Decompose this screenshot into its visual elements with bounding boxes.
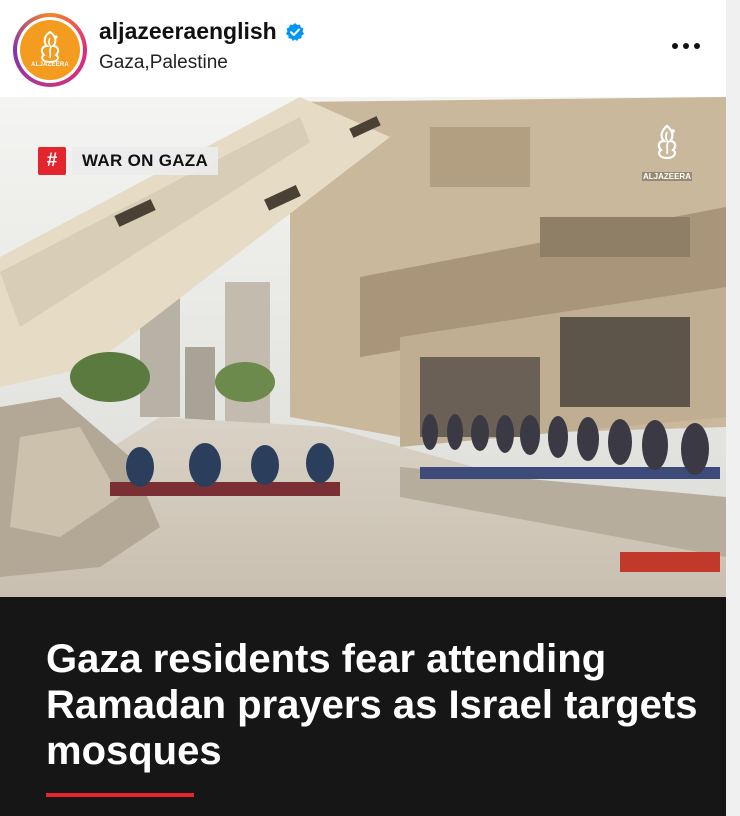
aljazeera-watermark: ALJAZEERA bbox=[642, 122, 692, 186]
aljazeera-logo-icon bbox=[40, 30, 60, 64]
username[interactable]: aljazeeraenglish bbox=[99, 18, 277, 45]
category-label: WAR ON GAZA bbox=[72, 147, 219, 175]
headline-underline bbox=[46, 793, 194, 797]
post-location[interactable]: Gaza,Palestine bbox=[99, 52, 228, 74]
story-ring[interactable]: ALJAZEERA bbox=[13, 13, 87, 87]
username-row: aljazeeraenglish bbox=[99, 18, 305, 45]
category-tag: # WAR ON GAZA bbox=[38, 147, 219, 175]
avatar[interactable]: ALJAZEERA bbox=[20, 20, 80, 80]
watermark-label: ALJAZEERA bbox=[642, 172, 692, 181]
verified-badge-icon bbox=[285, 22, 304, 41]
avatar-label: ALJAZEERA bbox=[31, 62, 69, 68]
avatar-border: ALJAZEERA bbox=[17, 17, 83, 83]
more-options-icon[interactable] bbox=[668, 36, 708, 56]
post-header: ALJAZEERA aljazeeraenglish Gaza,Palestin… bbox=[0, 0, 740, 97]
aljazeera-watermark-icon bbox=[657, 124, 677, 160]
scrollbar-track[interactable] bbox=[726, 0, 740, 816]
hashtag-icon: # bbox=[38, 147, 66, 175]
headline: Gaza residents fear attending Ramadan pr… bbox=[46, 637, 698, 773]
